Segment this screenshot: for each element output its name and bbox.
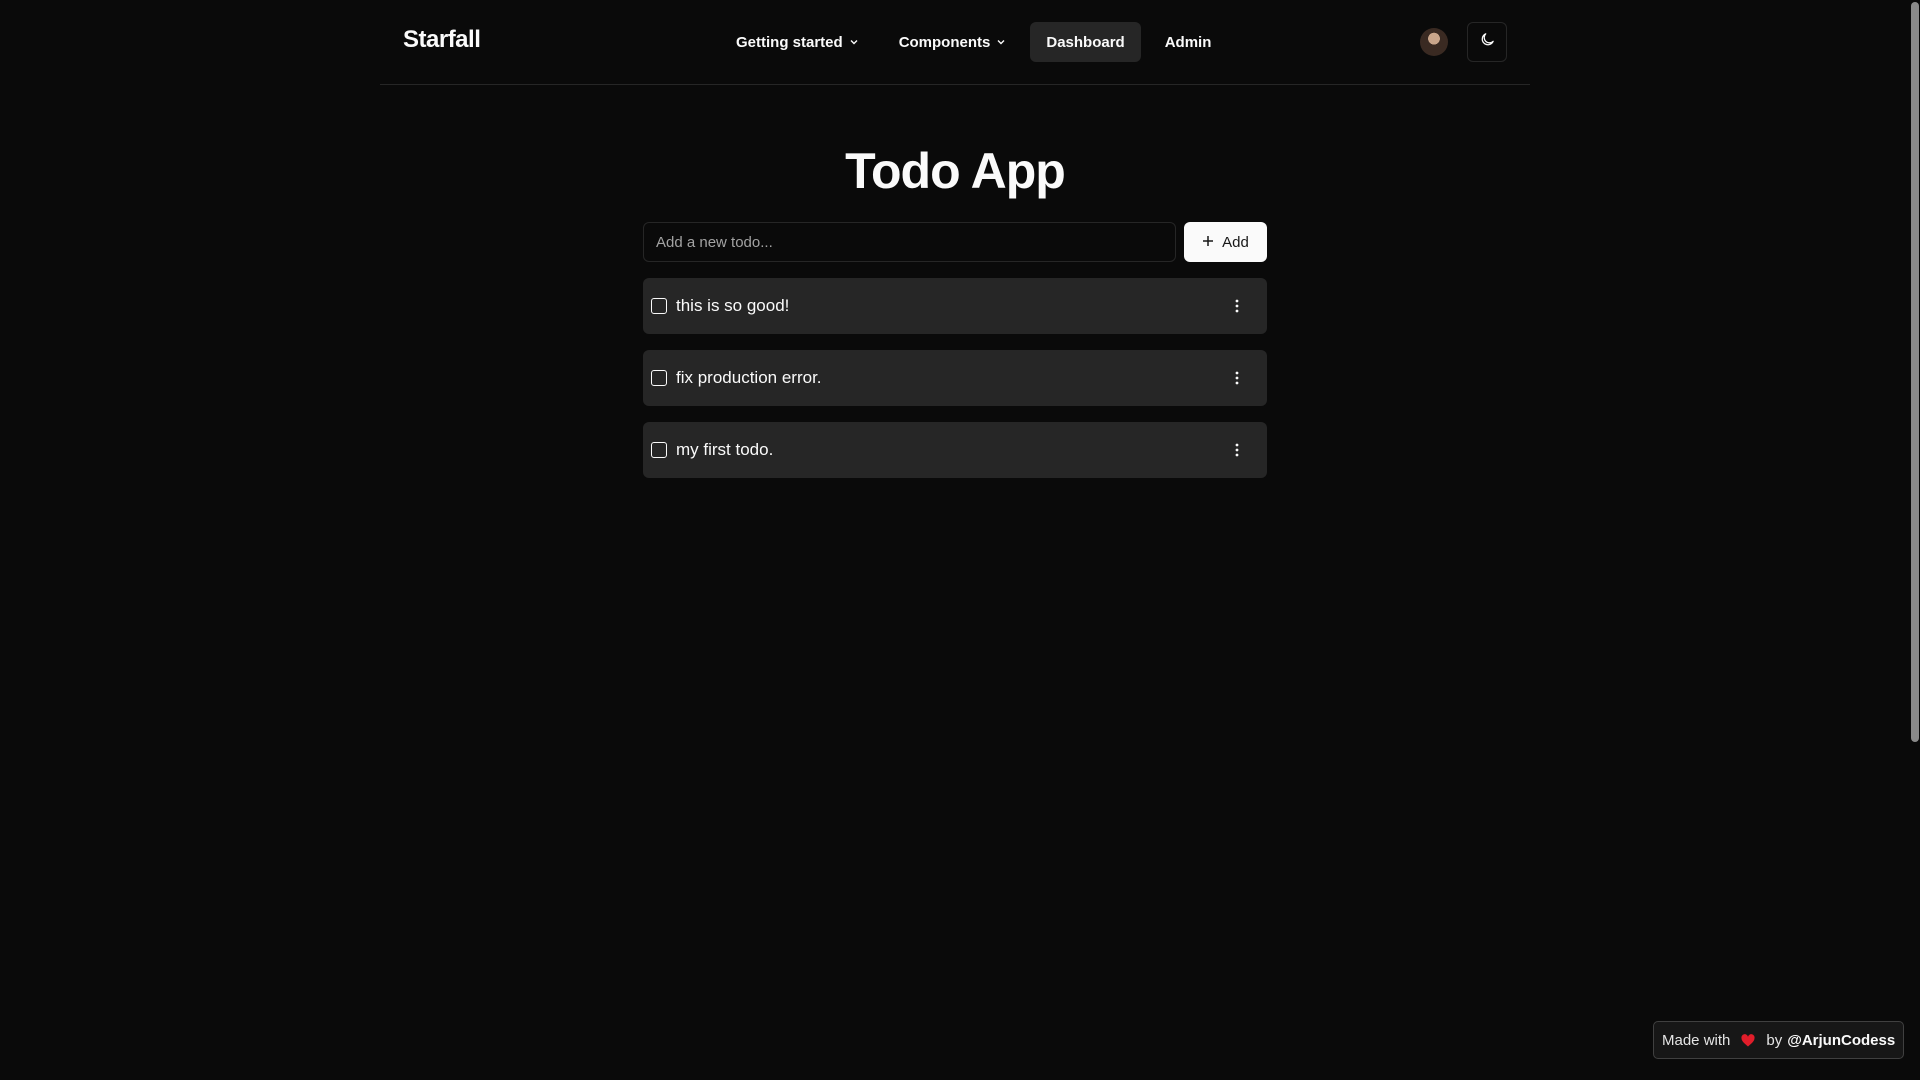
todo-checkbox[interactable] [651,370,667,386]
scrollbar[interactable] [1909,0,1920,1080]
nav-components[interactable]: Components [883,22,1023,62]
todo-checkbox[interactable] [651,298,667,314]
plus-icon [1202,234,1214,251]
add-button[interactable]: Add [1184,222,1267,262]
heart-icon [1741,1033,1755,1047]
nav-dashboard-label: Dashboard [1046,33,1125,51]
author-handle-link[interactable]: @ArjunCodess [1787,1032,1895,1049]
scrollbar-thumb[interactable] [1911,2,1919,742]
todo-text: this is so good! [676,296,790,315]
more-vertical-icon[interactable] [1225,366,1249,390]
made-with-badge[interactable]: Made with by @ArjunCodess [1653,1021,1905,1059]
todo-text: my first todo. [676,440,774,459]
todo-item: my first todo. [643,422,1267,478]
by-label: by [1766,1031,1783,1049]
top-navbar: Starfall Getting started Components Dash… [380,0,1530,85]
nav-getting-started[interactable]: Getting started [720,22,875,62]
avatar[interactable] [1420,28,1448,56]
more-vertical-icon[interactable] [1225,294,1249,318]
brand-logo[interactable]: Starfall [403,26,481,54]
todo-checkbox[interactable] [651,442,667,458]
add-button-label: Add [1222,233,1249,251]
nav-dashboard[interactable]: Dashboard [1030,22,1141,62]
nav-admin-label: Admin [1164,33,1212,51]
made-with-label: Made with [1662,1031,1731,1049]
todo-item: this is so good! [643,278,1267,334]
chevron-down-icon [996,37,1006,47]
page-title: Todo App [845,143,1066,199]
todo-input[interactable] [643,222,1176,262]
add-todo-form: Add [643,222,1267,262]
main-nav: Getting started Components Dashboard Adm… [720,22,1227,62]
chevron-down-icon [849,37,859,47]
nav-components-label: Components [898,33,991,51]
todo-text: fix production error. [676,368,822,387]
nav-getting-started-label: Getting started [736,33,843,51]
todo-item: fix production error. [643,350,1267,406]
more-vertical-icon[interactable] [1225,438,1249,462]
todo-list: this is so good! fix production error. m… [643,278,1267,494]
theme-toggle-button[interactable] [1467,22,1507,62]
moon-icon [1479,31,1496,53]
nav-admin[interactable]: Admin [1149,22,1228,62]
